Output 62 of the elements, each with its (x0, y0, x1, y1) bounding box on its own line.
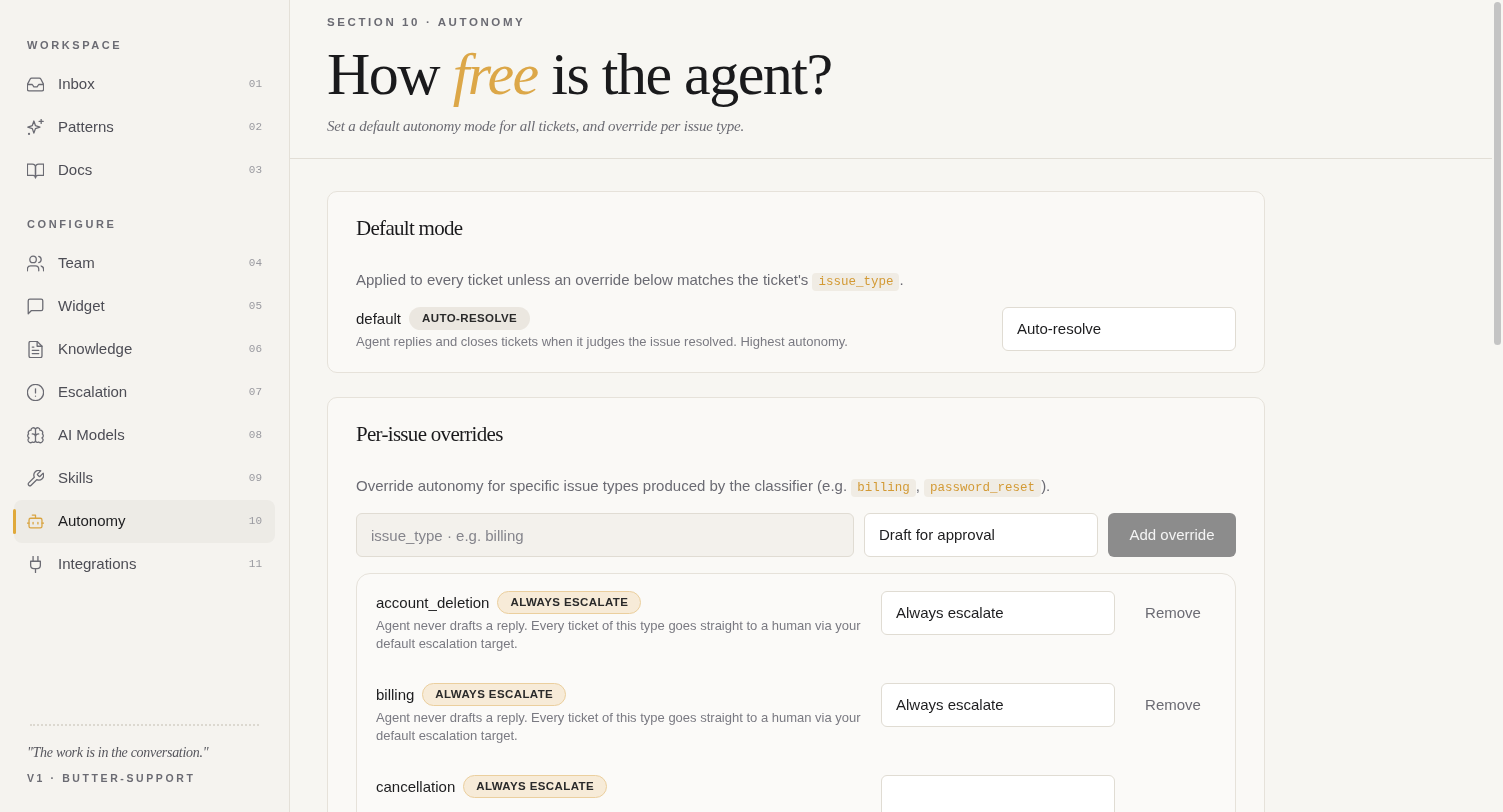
plug-icon (27, 556, 44, 573)
mode-badge: ALWAYS ESCALATE (422, 683, 567, 706)
mode-badge: AUTO-RESOLVE (409, 307, 531, 330)
tagline-quote: "The work is in the conversation." (27, 744, 210, 762)
item-number: 06 (248, 342, 262, 358)
rule-description: Agent replies and closes tickets when it judges the issue resolved. Highest autonomy. (356, 333, 848, 351)
mode-badge: ALWAYS ESCALATE (497, 591, 642, 614)
section-label: CONFIGURE (26, 217, 118, 232)
scrollbar-thumb[interactable] (1494, 2, 1501, 345)
item-number: 08 (248, 428, 262, 444)
nav-item[interactable]: Patterns 02 (14, 106, 275, 149)
issue-type-field[interactable]: issue_type · e.g. billing (356, 513, 854, 557)
remove-button[interactable]: Remove (1130, 591, 1216, 635)
issue-type-name: account_deletion (376, 592, 490, 613)
sparkle-icon (27, 119, 44, 136)
remove-button[interactable]: Remove (1130, 683, 1216, 727)
item-number: 04 (248, 256, 262, 272)
rule-description: Agent never drafts a reply. Every ticket of this type goes straight to a human via your default escalation target. (376, 709, 862, 745)
rule-description: Agent never drafts a reply. Every ticket of this type goes straight to a human via your default escalation target. (376, 617, 862, 653)
inbox-icon (27, 76, 44, 93)
mode-select[interactable]: Draft for approval (864, 513, 1098, 557)
item-number: 02 (248, 120, 262, 136)
version-label: V1 · BUTTER-SUPPORT (27, 771, 197, 785)
nav-item[interactable]: Escalation 07 (14, 371, 275, 414)
mode-select[interactable]: Always escalate (881, 683, 1115, 727)
section-label: WORKSPACE (26, 38, 124, 53)
item-number: 07 (248, 385, 262, 401)
nav-item[interactable]: AI Models 08 (14, 414, 275, 457)
item-number: 09 (248, 471, 262, 487)
mode-select[interactable]: Always escalate (881, 591, 1115, 635)
nav-item[interactable]: Inbox 01 (14, 63, 275, 106)
card-title: Default mode (356, 215, 464, 241)
issue-type-name: cancellation (376, 776, 456, 797)
card-description: Applied to every ticket unless an override below matches the ticket's issue_type . (356, 270, 905, 293)
brain-icon (27, 427, 44, 444)
nav-item[interactable]: Integrations 11 (14, 543, 275, 586)
page-subtitle: Set a default autonomy mode for all tickets, and override per issue type. (327, 117, 745, 136)
users-icon (27, 255, 44, 272)
nav-item[interactable]: Knowledge 06 (14, 328, 275, 371)
card-title: Per-issue overrides (356, 421, 504, 447)
mode-badge: ALWAYS ESCALATE (463, 775, 608, 798)
mode-select[interactable]: Auto-resolve (1002, 307, 1236, 351)
card-description: Override autonomy for specific issue types produced by the classifier (e.g. billing , password_reset ). (356, 476, 1052, 499)
book-icon (27, 162, 44, 179)
nav-item[interactable]: Skills 09 (14, 457, 275, 500)
wrench-icon (27, 470, 44, 487)
item-number: 05 (248, 299, 262, 315)
robot-icon (27, 513, 44, 530)
item-number: 03 (248, 163, 262, 179)
issue-type-name: billing (376, 684, 415, 705)
mode-select[interactable] (881, 775, 1115, 812)
document-icon (27, 341, 44, 358)
nav-item[interactable]: Team 04 (14, 242, 275, 285)
speech-bubble-icon (27, 298, 44, 315)
section-eyebrow: SECTION 10 · AUTONOMY (327, 15, 527, 30)
nav-item[interactable]: Widget 05 (14, 285, 275, 328)
nav-item[interactable]: Autonomy 10 (14, 500, 275, 543)
item-number: 10 (248, 514, 262, 530)
item-number: 11 (248, 557, 262, 573)
nav-item[interactable]: Docs 03 (14, 149, 275, 192)
item-number: 01 (248, 77, 262, 93)
issue-type-name: default (356, 308, 402, 329)
